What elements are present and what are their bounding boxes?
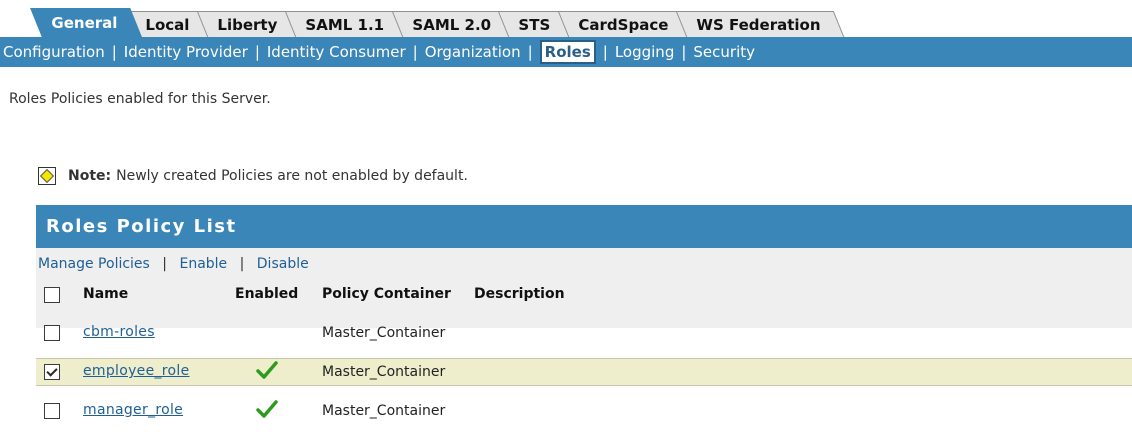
tab-ws-federation[interactable]: WS Federation	[675, 11, 845, 37]
tab-label: WS Federation	[696, 16, 821, 34]
subnav-identity-consumer[interactable]: Identity Consumer	[267, 43, 406, 61]
tab-label: SAML 2.0	[412, 16, 491, 34]
policy-actions: Manage Policies | Enable | Disable	[38, 256, 309, 272]
subnav-separator: |	[681, 43, 687, 61]
row-checkbox[interactable]	[44, 325, 60, 341]
enable-link[interactable]: Enable	[179, 256, 227, 272]
tab-general[interactable]: General	[30, 8, 142, 37]
policy-name-link[interactable]: cbm-roles	[83, 324, 155, 340]
policy-container: Master_Container	[322, 325, 446, 341]
note-diamond-icon	[38, 167, 56, 185]
select-all-checkbox[interactable]	[44, 287, 60, 303]
column-header-description[interactable]: Description	[474, 286, 565, 302]
column-header-policy-container[interactable]: Policy Container	[322, 286, 451, 302]
subnav-roles[interactable]: Roles	[539, 40, 596, 64]
intro-text: Roles Policies enabled for this Server.	[9, 91, 271, 107]
subnav-security[interactable]: Security	[693, 43, 755, 61]
subnav-separator: |	[111, 43, 117, 61]
table-header-row: Name Enabled Policy Container Descriptio…	[36, 284, 1132, 310]
column-header-enabled[interactable]: Enabled	[235, 286, 298, 302]
policy-container: Master_Container	[322, 364, 446, 380]
sub-navigation-bar: Configuration | Identity Provider | Iden…	[0, 37, 1132, 67]
subnav-separator: |	[527, 43, 533, 61]
tab-label: Local	[145, 16, 190, 34]
table-row: employee_role Master_Container	[36, 358, 1132, 386]
note-message: Note: Newly created Policies are not ena…	[38, 167, 468, 185]
policy-container: Master_Container	[322, 403, 446, 419]
tab-saml-2-0[interactable]: SAML 2.0	[391, 11, 515, 37]
subnav-separator: |	[254, 43, 260, 61]
note-label: Note:	[68, 168, 112, 184]
tab-label: SAML 1.1	[305, 16, 385, 34]
subnav-separator: |	[412, 43, 418, 61]
column-header-name[interactable]: Name	[83, 286, 128, 302]
policy-name-link[interactable]: employee_role	[83, 363, 190, 379]
top-tab-bar: General Local Liberty SAML 1.1 SAML 2.0 …	[30, 8, 845, 37]
row-checkbox[interactable]	[44, 364, 60, 380]
action-separator: |	[162, 256, 168, 272]
row-checkbox[interactable]	[44, 403, 60, 419]
tab-label: General	[51, 14, 118, 32]
tab-saml-1-1[interactable]: SAML 1.1	[284, 11, 408, 37]
subnav-identity-provider[interactable]: Identity Provider	[124, 43, 248, 61]
tab-label: Liberty	[217, 16, 278, 34]
panel-title: Roles Policy List	[36, 205, 1132, 248]
table-row: manager_role Master_Container	[36, 398, 1132, 426]
disable-link[interactable]: Disable	[257, 256, 309, 272]
subnav-separator: |	[602, 43, 608, 61]
subnav-configuration[interactable]: Configuration	[3, 43, 105, 61]
subnav-logging[interactable]: Logging	[615, 43, 675, 61]
policy-list-toolbar: Manage Policies | Enable | Disable Name …	[36, 248, 1132, 328]
tab-cardspace[interactable]: CardSpace	[557, 11, 693, 37]
table-row: cbm-roles Master_Container	[36, 320, 1132, 348]
enabled-check-icon	[256, 361, 278, 379]
note-text: Newly created Policies are not enabled b…	[116, 168, 468, 184]
policy-name-link[interactable]: manager_role	[83, 402, 183, 418]
subnav-organization[interactable]: Organization	[425, 43, 521, 61]
tab-label: CardSpace	[578, 16, 669, 34]
tab-label: STS	[518, 16, 551, 34]
enabled-check-icon	[256, 400, 278, 418]
action-separator: |	[239, 256, 245, 272]
manage-policies-link[interactable]: Manage Policies	[38, 256, 150, 272]
